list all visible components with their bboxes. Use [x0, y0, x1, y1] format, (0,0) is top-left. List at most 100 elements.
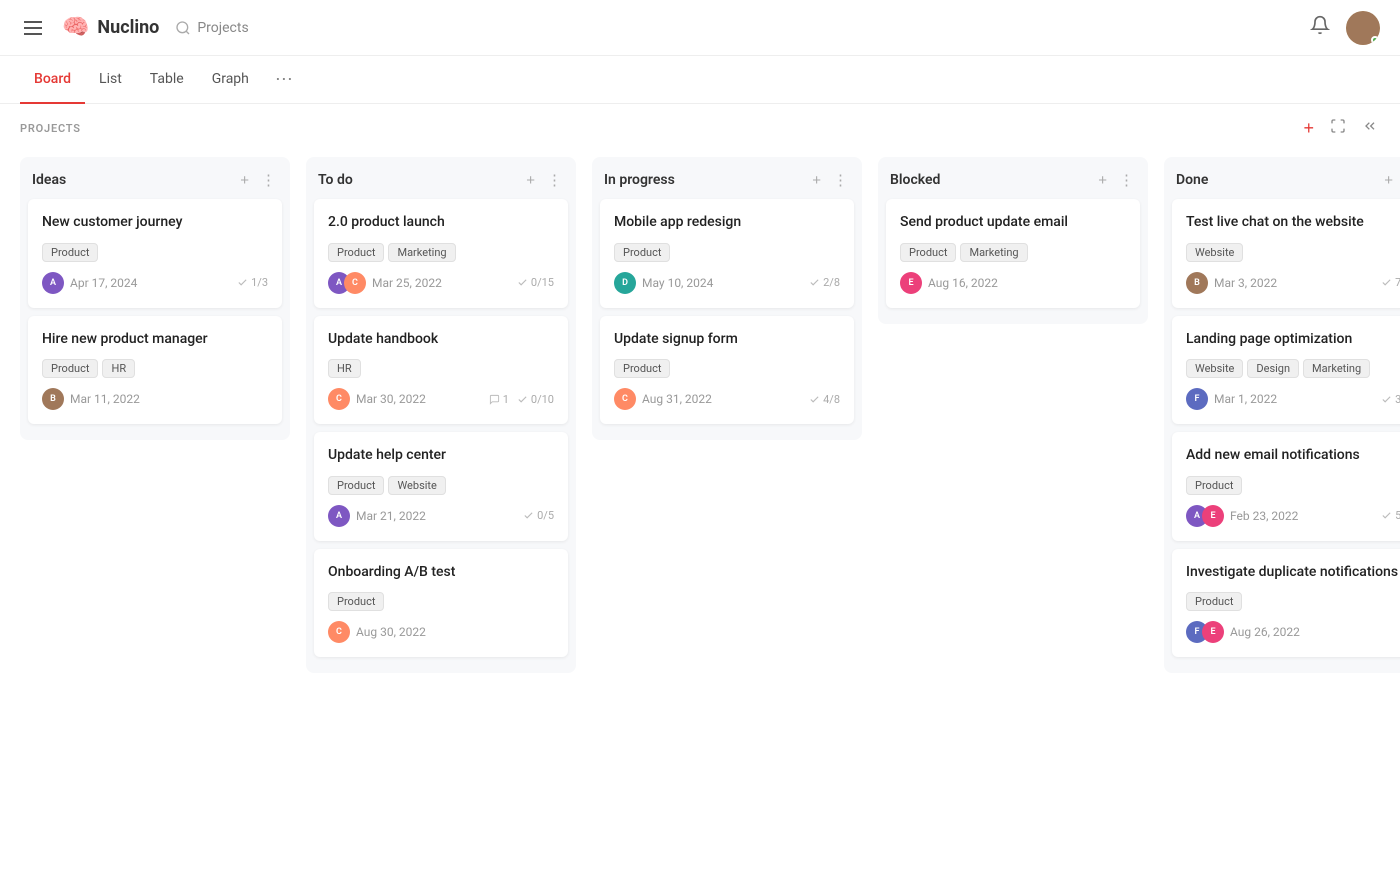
- card-progress: 3/3: [1381, 393, 1400, 406]
- column-actions-todo: + ⋮: [524, 169, 564, 191]
- card-progress: 1/3: [237, 276, 268, 289]
- tag: Design: [1247, 359, 1299, 378]
- card-date: Mar 30, 2022: [356, 392, 426, 406]
- column-title-ideas: Ideas: [32, 172, 66, 188]
- card-date: Apr 17, 2024: [70, 276, 137, 290]
- card-date: Aug 16, 2022: [928, 276, 998, 290]
- card-title: Add new email notifications: [1186, 446, 1400, 466]
- tab-list[interactable]: List: [85, 56, 136, 104]
- avatar: A: [42, 272, 64, 294]
- column-more-button-todo[interactable]: ⋮: [545, 169, 564, 191]
- tab-table[interactable]: Table: [136, 56, 198, 104]
- card-footer-left: E Aug 16, 2022: [900, 272, 998, 294]
- card-title: Test live chat on the website: [1186, 213, 1400, 233]
- tag: Marketing: [1303, 359, 1370, 378]
- card-title: New customer journey: [42, 213, 268, 233]
- card-progress: 0/15: [517, 276, 554, 289]
- hamburger-button[interactable]: [20, 17, 46, 39]
- card-avatars: B: [42, 388, 64, 410]
- card-tags: ProductMarketing: [900, 243, 1126, 262]
- card-footer: FE Aug 26, 2022: [1186, 621, 1400, 643]
- card-tags: ProductWebsite: [328, 476, 554, 495]
- card-footer-left: B Mar 3, 2022: [1186, 272, 1277, 294]
- tag: Product: [900, 243, 956, 262]
- tab-board[interactable]: Board: [20, 56, 85, 104]
- card-title: Onboarding A/B test: [328, 563, 554, 583]
- card-date: Aug 31, 2022: [642, 392, 712, 406]
- add-project-button[interactable]: +: [1301, 116, 1316, 141]
- notification-button[interactable]: [1310, 15, 1330, 40]
- card-card-10[interactable]: Test live chat on the website Website B …: [1172, 199, 1400, 308]
- card-footer: B Mar 11, 2022: [42, 388, 268, 410]
- card-footer-left: AE Feb 23, 2022: [1186, 505, 1298, 527]
- add-card-button-inprogress[interactable]: +: [810, 170, 823, 191]
- card-card-12[interactable]: Add new email notifications Product AE F…: [1172, 432, 1400, 541]
- column-more-button-inprogress[interactable]: ⋮: [831, 169, 850, 191]
- card-progress: 2/8: [809, 276, 840, 289]
- card-title: Hire new product manager: [42, 330, 268, 350]
- card-footer-left: F Mar 1, 2022: [1186, 388, 1277, 410]
- card-card-9[interactable]: Send product update email ProductMarketi…: [886, 199, 1140, 308]
- add-card-button-todo[interactable]: +: [524, 170, 537, 191]
- card-card-2[interactable]: Hire new product manager ProductHR B Mar…: [28, 316, 282, 425]
- projects-header: PROJECTS +: [0, 104, 1400, 149]
- column-actions-done: + ⋮: [1382, 169, 1400, 191]
- column-actions-blocked: + ⋮: [1096, 169, 1136, 191]
- card-card-13[interactable]: Investigate duplicate notifications Prod…: [1172, 549, 1400, 658]
- card-avatars: C: [328, 388, 350, 410]
- tag: Product: [328, 476, 384, 495]
- card-footer: B Mar 3, 2022 7/7: [1186, 272, 1400, 294]
- logo-icon: 🧠: [62, 15, 89, 40]
- card-card-5[interactable]: Update help center ProductWebsite A Mar …: [314, 432, 568, 541]
- more-tabs-button[interactable]: ⋯: [267, 69, 301, 90]
- tag: Product: [328, 592, 384, 611]
- column-more-button-ideas[interactable]: ⋮: [259, 169, 278, 191]
- column-title-blocked: Blocked: [890, 172, 940, 188]
- card-card-6[interactable]: Onboarding A/B test Product C Aug 30, 20…: [314, 549, 568, 658]
- card-tags: Product: [328, 592, 554, 611]
- search-area[interactable]: Projects: [175, 20, 248, 36]
- tag: Product: [42, 359, 98, 378]
- avatar: B: [42, 388, 64, 410]
- tab-graph[interactable]: Graph: [198, 56, 263, 104]
- card-footer: F Mar 1, 2022 3/3: [1186, 388, 1400, 410]
- projects-header-actions: +: [1301, 116, 1380, 141]
- card-avatars: A: [42, 272, 64, 294]
- card-footer: E Aug 16, 2022: [900, 272, 1126, 294]
- card-progress: 7/7: [1381, 276, 1400, 289]
- add-card-button-done[interactable]: +: [1382, 170, 1395, 191]
- collapse-button[interactable]: [1360, 116, 1380, 141]
- column-inprogress: In progress + ⋮ Mobile app redesign Prod…: [592, 157, 862, 440]
- expand-button[interactable]: [1328, 116, 1348, 141]
- column-header-todo: To do + ⋮: [306, 157, 576, 199]
- card-tags: Product: [1186, 476, 1400, 495]
- card-card-4[interactable]: Update handbook HR C Mar 30, 2022 1 0/10: [314, 316, 568, 425]
- card-title: Update handbook: [328, 330, 554, 350]
- card-tags: Product: [614, 243, 840, 262]
- logo-text: Nuclino: [97, 17, 159, 38]
- card-card-3[interactable]: 2.0 product launch ProductMarketing AC M…: [314, 199, 568, 308]
- column-header-done: Done + ⋮: [1164, 157, 1400, 199]
- avatar: C: [328, 388, 350, 410]
- card-card-11[interactable]: Landing page optimization WebsiteDesignM…: [1172, 316, 1400, 425]
- column-more-button-blocked[interactable]: ⋮: [1117, 169, 1136, 191]
- avatar: C: [614, 388, 636, 410]
- column-header-inprogress: In progress + ⋮: [592, 157, 862, 199]
- card-card-1[interactable]: New customer journey Product A Apr 17, 2…: [28, 199, 282, 308]
- user-avatar[interactable]: [1346, 11, 1380, 45]
- avatar: F: [1186, 388, 1208, 410]
- card-title: Mobile app redesign: [614, 213, 840, 233]
- card-tags: HR: [328, 359, 554, 378]
- card-footer: AE Feb 23, 2022 5/5: [1186, 505, 1400, 527]
- card-card-7[interactable]: Mobile app redesign Product D May 10, 20…: [600, 199, 854, 308]
- add-card-button-blocked[interactable]: +: [1096, 170, 1109, 191]
- card-date: Mar 21, 2022: [356, 509, 426, 523]
- card-comment: 1: [489, 393, 509, 406]
- add-card-button-ideas[interactable]: +: [238, 170, 251, 191]
- card-card-8[interactable]: Update signup form Product C Aug 31, 202…: [600, 316, 854, 425]
- logo[interactable]: 🧠 Nuclino: [62, 15, 159, 40]
- card-footer: C Aug 31, 2022 4/8: [614, 388, 840, 410]
- tag: Product: [1186, 592, 1242, 611]
- topnav-left: 🧠 Nuclino Projects: [20, 15, 249, 40]
- column-title-todo: To do: [318, 172, 353, 188]
